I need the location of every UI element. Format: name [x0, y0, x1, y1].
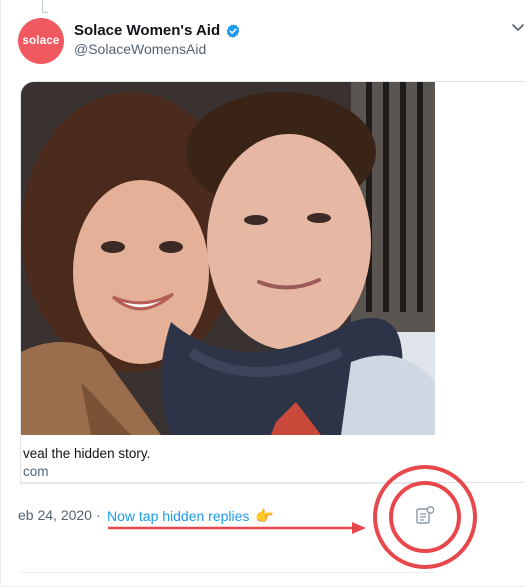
- bottom-border: [20, 572, 434, 573]
- avatar-logo-text: solace: [22, 35, 60, 47]
- chevron-down-icon[interactable]: [510, 20, 525, 36]
- annotation-arrow: [108, 522, 366, 534]
- link-card[interactable]: veal the hidden story. com: [20, 81, 525, 483]
- verified-badge-icon: [225, 23, 241, 39]
- account-handle[interactable]: @SolaceWomensAid: [74, 41, 206, 57]
- card-right-pane: [435, 82, 525, 435]
- highlight-circle: [373, 465, 477, 569]
- display-name[interactable]: Solace Women's Aid: [74, 22, 241, 39]
- card-photo[interactable]: [21, 82, 435, 435]
- card-domain[interactable]: com: [23, 464, 49, 479]
- display-name-text[interactable]: Solace Women's Aid: [74, 22, 220, 39]
- avatar[interactable]: solace: [18, 18, 64, 64]
- card-headline[interactable]: veal the hidden story.: [23, 446, 150, 461]
- tweet-timestamp[interactable]: eb 24, 2020 ·: [18, 507, 101, 523]
